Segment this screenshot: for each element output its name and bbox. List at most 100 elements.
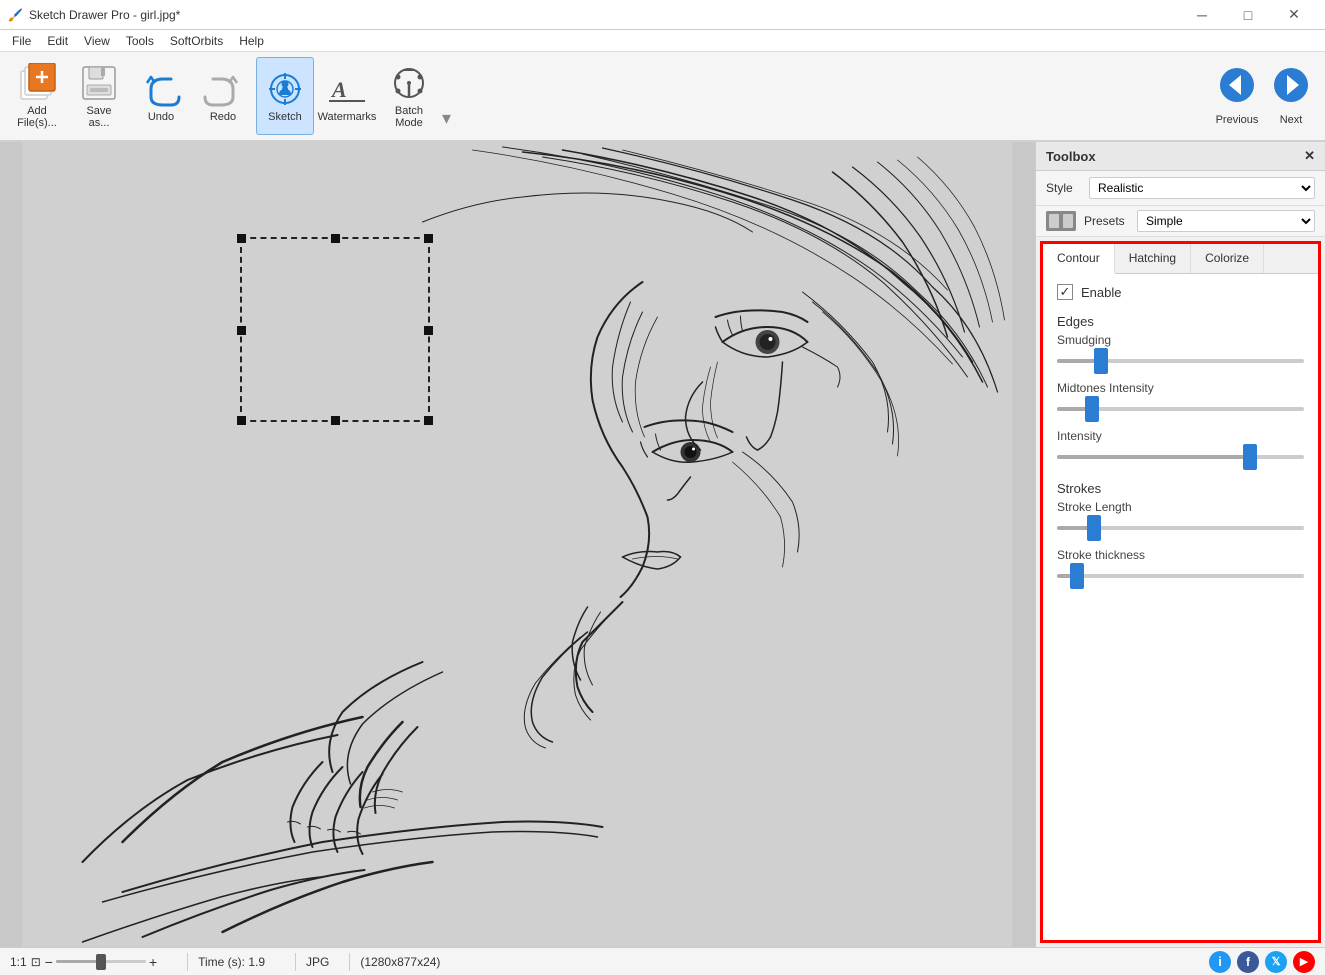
intensity-row: Intensity — [1057, 429, 1304, 467]
sketch-button[interactable]: Sketch — [256, 57, 314, 135]
main-area: Toolbox ✕ Style Realistic Simple Detaile… — [0, 142, 1325, 947]
status-icons: i f 𝕏 ▶ — [1209, 951, 1315, 973]
presets-row: Presets Simple Detailed Comic Anime — [1036, 206, 1325, 237]
style-row: Style Realistic Simple Detailed — [1036, 171, 1325, 206]
watermarks-button[interactable]: A Watermarks — [318, 57, 376, 135]
midtones-intensity-label: Midtones Intensity — [1057, 381, 1304, 395]
menubar: File Edit View Tools SoftOrbits Help — [0, 30, 1325, 52]
strokes-heading: Strokes — [1057, 481, 1304, 496]
enable-checkbox[interactable]: ✓ — [1057, 284, 1073, 300]
menu-help[interactable]: Help — [231, 32, 272, 50]
strokes-section: Strokes Stroke Length — [1057, 481, 1304, 586]
titlebar-left: 🖌️ Sketch Drawer Pro - girl.jpg* — [8, 8, 180, 22]
add-files-icon — [17, 63, 57, 103]
statusbar: 1:1 ⊡ − + Time (s): 1.9 JPG (1280x877x24… — [0, 947, 1325, 975]
stroke-thickness-label: Stroke thickness — [1057, 548, 1304, 562]
titlebar: 🖌️ Sketch Drawer Pro - girl.jpg* ─ □ ✕ — [0, 0, 1325, 30]
status-time: Time (s): 1.9 — [198, 955, 265, 969]
tab-hatching[interactable]: Hatching — [1115, 244, 1191, 273]
intensity-slider[interactable] — [1057, 447, 1304, 467]
stroke-length-thumb[interactable] — [1087, 515, 1101, 541]
app-icon: 🖌️ — [8, 8, 23, 22]
menu-edit[interactable]: Edit — [39, 32, 76, 50]
previous-icon — [1217, 67, 1257, 110]
undo-icon — [141, 69, 181, 109]
undo-label: Undo — [148, 111, 174, 123]
tabs: Contour Hatching Colorize — [1043, 244, 1318, 274]
zoom-slider-area: − + — [45, 954, 157, 970]
previous-label: Previous — [1216, 114, 1259, 126]
sketch-icon — [265, 69, 305, 109]
style-select[interactable]: Realistic Simple Detailed — [1089, 177, 1315, 199]
edges-section: Edges Smudging — [1057, 314, 1304, 467]
presets-select[interactable]: Simple Detailed Comic Anime — [1137, 210, 1315, 232]
save-as-button[interactable]: Saveas... — [70, 57, 128, 135]
toolbar: AddFile(s)... Saveas... Undo — [0, 52, 1325, 142]
midtones-intensity-slider[interactable] — [1057, 399, 1304, 419]
edges-heading: Edges — [1057, 314, 1304, 329]
enable-label: Enable — [1081, 285, 1121, 300]
stroke-thickness-thumb[interactable] — [1070, 563, 1084, 589]
redo-label: Redo — [210, 111, 236, 123]
menu-softorbits[interactable]: SoftOrbits — [162, 32, 231, 50]
menu-file[interactable]: File — [4, 32, 39, 50]
presets-icon — [1046, 211, 1076, 231]
zoom-icon: ⊡ — [31, 955, 41, 969]
maximize-button[interactable]: □ — [1225, 0, 1271, 30]
stroke-length-row: Stroke Length — [1057, 500, 1304, 538]
panel-content: ✓ Enable Edges Smudging — [1043, 274, 1318, 596]
toolbox-title: Toolbox — [1046, 149, 1096, 164]
smudging-thumb[interactable] — [1094, 348, 1108, 374]
previous-button[interactable]: Previous — [1211, 57, 1263, 135]
svg-text:A: A — [330, 77, 347, 102]
zoom-thumb[interactable] — [96, 954, 106, 970]
batch-mode-label: BatchMode — [395, 105, 423, 129]
zoom-plus-icon[interactable]: + — [149, 954, 157, 970]
next-button[interactable]: Next — [1265, 57, 1317, 135]
smudging-label: Smudging — [1057, 333, 1304, 347]
twitter-icon[interactable]: 𝕏 — [1265, 951, 1287, 973]
zoom-slider[interactable] — [56, 954, 146, 970]
stroke-length-slider[interactable] — [1057, 518, 1304, 538]
status-separator-3 — [349, 953, 350, 971]
strokes-sliders: Stroke Length Stroke thickness — [1057, 500, 1304, 586]
style-label: Style — [1046, 181, 1081, 195]
menu-view[interactable]: View — [76, 32, 118, 50]
intensity-thumb[interactable] — [1243, 444, 1257, 470]
batch-mode-button[interactable]: BatchMode — [380, 57, 438, 135]
enable-row: ✓ Enable — [1057, 284, 1304, 300]
more-button[interactable]: ▾ — [442, 57, 451, 135]
intensity-label: Intensity — [1057, 429, 1304, 443]
facebook-icon[interactable]: f — [1237, 951, 1259, 973]
canvas-area[interactable] — [0, 142, 1035, 947]
titlebar-controls: ─ □ ✕ — [1179, 0, 1317, 30]
status-separator-2 — [295, 953, 296, 971]
zoom-minus-icon[interactable]: − — [45, 954, 53, 970]
info-icon[interactable]: i — [1209, 951, 1231, 973]
redo-button[interactable]: Redo — [194, 57, 252, 135]
zoom-area: 1:1 ⊡ − + — [10, 954, 157, 970]
next-label: Next — [1280, 114, 1303, 126]
toolbox-close-icon[interactable]: ✕ — [1304, 148, 1315, 164]
midtones-intensity-thumb[interactable] — [1085, 396, 1099, 422]
batch-mode-icon — [389, 63, 429, 103]
stroke-thickness-slider[interactable] — [1057, 566, 1304, 586]
menu-tools[interactable]: Tools — [118, 32, 162, 50]
close-button[interactable]: ✕ — [1271, 0, 1317, 30]
tab-colorize[interactable]: Colorize — [1191, 244, 1264, 273]
next-icon — [1271, 67, 1311, 110]
status-dimensions: (1280x877x24) — [360, 955, 440, 969]
contour-panel: Contour Hatching Colorize ✓ Enable Edges — [1040, 241, 1321, 943]
edges-sliders: Smudging Midtones Intensity — [1057, 333, 1304, 467]
watermarks-icon: A — [327, 69, 367, 109]
smudging-slider[interactable] — [1057, 351, 1304, 371]
smudging-row: Smudging — [1057, 333, 1304, 371]
nav-buttons: Previous Next — [1211, 56, 1317, 136]
minimize-button[interactable]: ─ — [1179, 0, 1225, 30]
save-as-label: Saveas... — [86, 105, 111, 129]
save-as-icon — [79, 63, 119, 103]
undo-button[interactable]: Undo — [132, 57, 190, 135]
youtube-icon[interactable]: ▶ — [1293, 951, 1315, 973]
tab-contour[interactable]: Contour — [1043, 244, 1115, 274]
add-files-button[interactable]: AddFile(s)... — [8, 57, 66, 135]
